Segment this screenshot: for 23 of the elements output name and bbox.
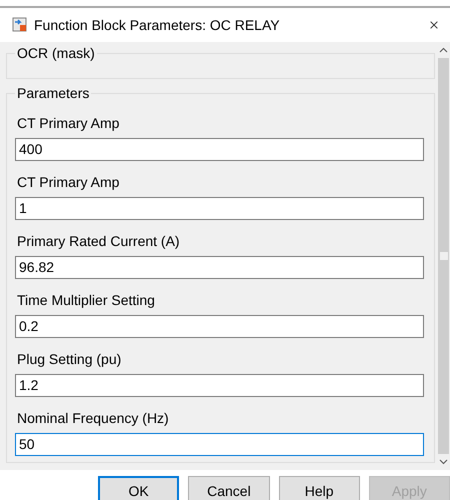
field-label: Plug Setting (pu): [17, 350, 122, 368]
input-field[interactable]: 0.2: [15, 314, 424, 338]
group-title: OCR (mask): [16, 45, 96, 62]
scroll-up-icon[interactable]: [439, 47, 448, 53]
input-field[interactable]: 1: [15, 196, 424, 220]
field-label: Time Multiplier Setting: [17, 290, 156, 309]
scroll-down-icon[interactable]: [439, 459, 448, 465]
input-field[interactable]: 400: [15, 138, 424, 161]
dialog-button[interactable]: Help: [278, 476, 360, 500]
window-title: Function Block Parameters: OC RELAY: [34, 16, 281, 34]
field-label: CT Primary Amp: [17, 114, 120, 132]
input-field[interactable]: 96.82: [15, 256, 424, 279]
group-title: Parameters: [16, 85, 90, 102]
input-field[interactable]: 1.2: [15, 374, 424, 397]
scrollbar-thumb[interactable]: [438, 58, 449, 454]
dialog-button[interactable]: Cancel: [188, 476, 270, 500]
field-label: Nominal Frequency (Hz): [17, 408, 170, 427]
dialog-button[interactable]: OK: [98, 476, 180, 500]
close-icon[interactable]: [428, 19, 440, 31]
field-label: Primary Rated Current (A): [17, 232, 181, 250]
field-label: CT Primary Amp: [17, 172, 120, 191]
app-icon: [12, 17, 28, 33]
input-field[interactable]: 50: [15, 432, 424, 456]
